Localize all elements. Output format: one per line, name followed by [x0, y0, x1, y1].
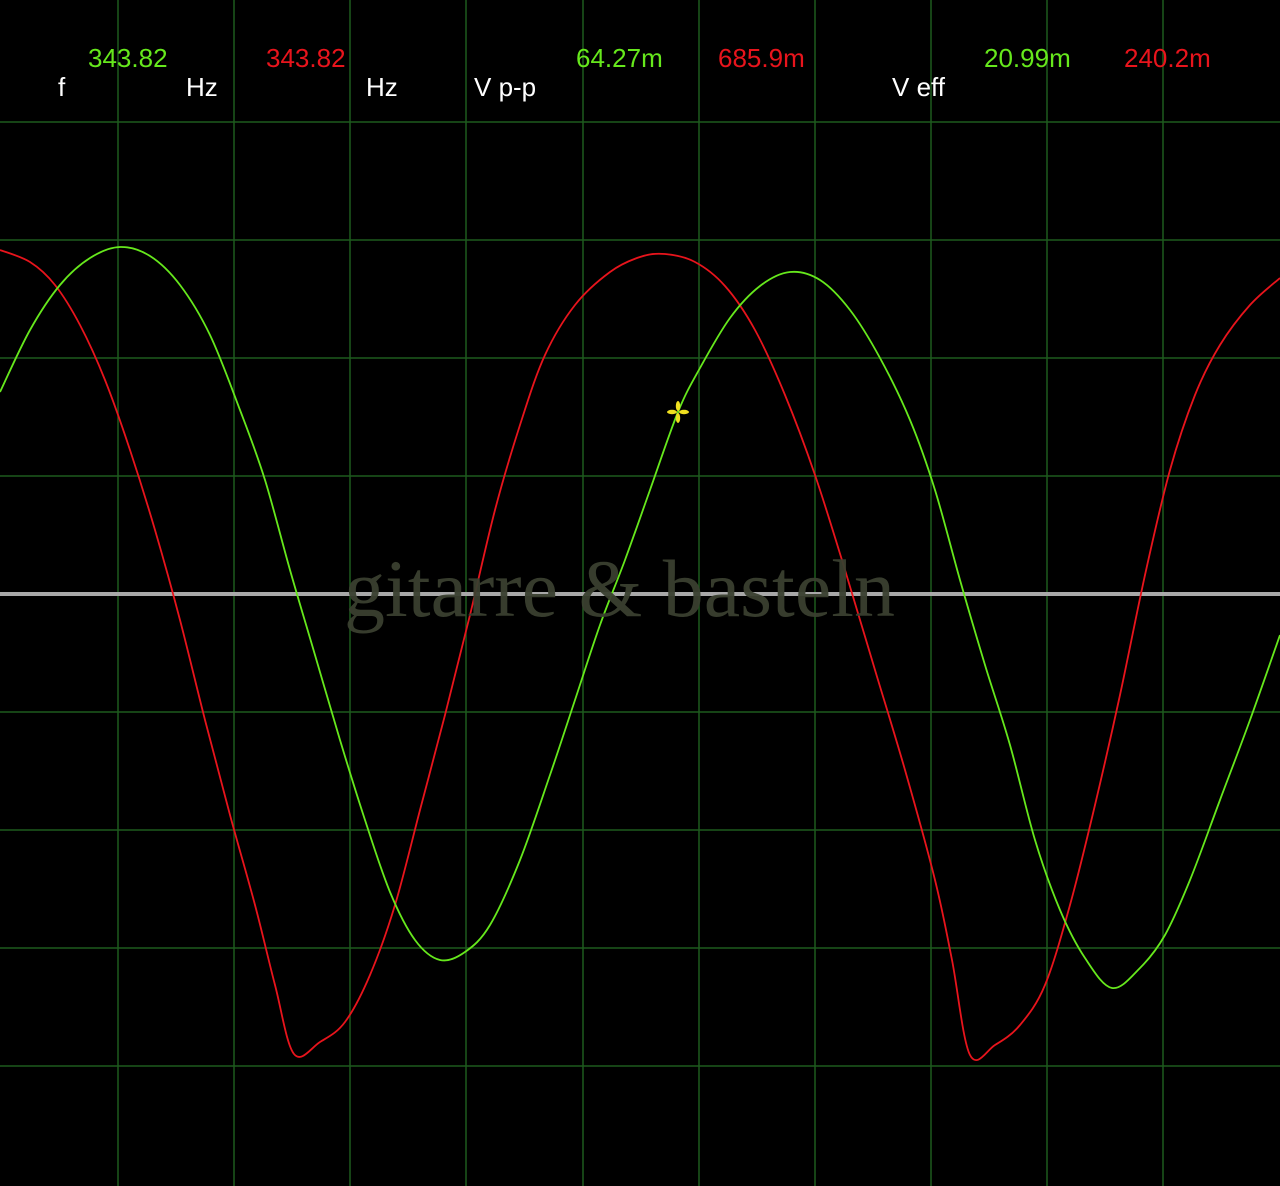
- ch1-vpp-value: 64.27m: [576, 43, 663, 73]
- oscilloscope-screen[interactable]: [0, 0, 1280, 1186]
- ch1-veff-value: 20.99m: [984, 43, 1071, 73]
- frequency-label: f: [58, 72, 66, 102]
- ch2-veff-value: 240.2m: [1124, 43, 1211, 73]
- ch1-frequency-unit: Hz: [186, 72, 218, 102]
- ch2-frequency-value: 343.82: [266, 43, 346, 73]
- ch2-vpp-value: 685.9m: [718, 43, 805, 73]
- ch2-frequency-unit: Hz: [366, 72, 398, 102]
- veff-label: V eff: [892, 72, 946, 102]
- ch1-frequency-value: 343.82: [88, 43, 168, 73]
- vpp-label: V p-p: [474, 72, 537, 102]
